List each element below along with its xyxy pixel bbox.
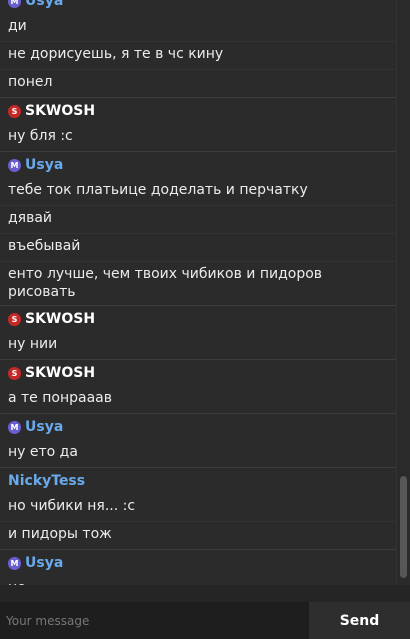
message-group: NickyTess но чибики ня... :с и пидоры тож	[0, 468, 396, 550]
author-name[interactable]: Usya	[25, 157, 63, 173]
message-text: въебывай	[0, 233, 396, 261]
author-name[interactable]: Usya	[25, 419, 63, 435]
chat-log[interactable]: M Usya ди не дорисуешь, я те в чс кину понел…	[0, 0, 396, 585]
author-name[interactable]: Usya	[25, 0, 63, 9]
author-name[interactable]: SKWOSH	[25, 103, 95, 119]
message-author[interactable]: M Usya	[0, 414, 396, 440]
message-text: и пидоры тож	[0, 521, 396, 549]
message-group: S SKWOSH ну нии	[0, 306, 396, 360]
chat-scrollbar[interactable]	[396, 0, 410, 585]
message-group: M Usya не	[0, 550, 396, 585]
role-m-badge-icon: M	[8, 420, 21, 434]
message-group: M Usya ди не дорисуешь, я те в чс кину понел	[0, 0, 396, 98]
message-text: ну бля :с	[8, 128, 73, 144]
message-text: но чибики ня... :с	[8, 498, 136, 514]
message-author[interactable]: M Usya	[0, 152, 396, 178]
message-group: M Usya ну ето да	[0, 414, 396, 468]
scrollbar-thumb[interactable]	[400, 476, 407, 578]
author-name[interactable]: SKWOSH	[25, 311, 95, 327]
message-group: S SKWOSH а те понрааав	[0, 360, 396, 414]
message-input[interactable]	[0, 602, 309, 639]
message-text: ди	[8, 18, 27, 34]
author-name[interactable]: SKWOSH	[25, 365, 95, 381]
message-list: M Usya ди не дорисуешь, я те в чс кину понел…	[0, 0, 396, 585]
role-s-badge-icon: S	[8, 312, 21, 326]
author-name[interactable]: Usya	[25, 555, 63, 571]
message-text: не	[0, 576, 396, 585]
message-group: M Usya тебе ток платьице доделать и перчат…	[0, 152, 396, 306]
message-composer: Send	[0, 602, 410, 639]
message-text: тебе ток платьице доделать и перчатку	[8, 182, 308, 198]
message-author[interactable]: S SKWOSH	[0, 306, 396, 332]
message-text: не дорисуешь, я те в чс кину	[0, 41, 396, 69]
message-text: дявай	[0, 205, 396, 233]
message-author[interactable]: NickyTess	[0, 468, 396, 494]
role-s-badge-icon: S	[8, 104, 21, 118]
message-author[interactable]: M Usya	[0, 550, 396, 576]
message-author[interactable]: M Usya	[0, 0, 396, 14]
message-author[interactable]: S SKWOSH	[0, 98, 396, 124]
message-text: а те понрааав	[8, 390, 112, 406]
role-m-badge-icon: M	[8, 158, 21, 172]
message-text: понел	[0, 69, 396, 97]
role-m-badge-icon: M	[8, 556, 21, 570]
send-button[interactable]: Send	[309, 602, 410, 639]
message-text: енто лучше, чем твоих чибиков и пидоров …	[0, 261, 396, 305]
message-author[interactable]: S SKWOSH	[0, 360, 396, 386]
author-name[interactable]: NickyTess	[8, 473, 85, 489]
role-s-badge-icon: S	[8, 366, 21, 380]
message-group: S SKWOSH ну бля :с	[0, 98, 396, 152]
role-m-badge-icon: M	[8, 0, 21, 8]
message-text: ну ето да	[8, 444, 78, 460]
message-text: ну нии	[8, 336, 58, 352]
